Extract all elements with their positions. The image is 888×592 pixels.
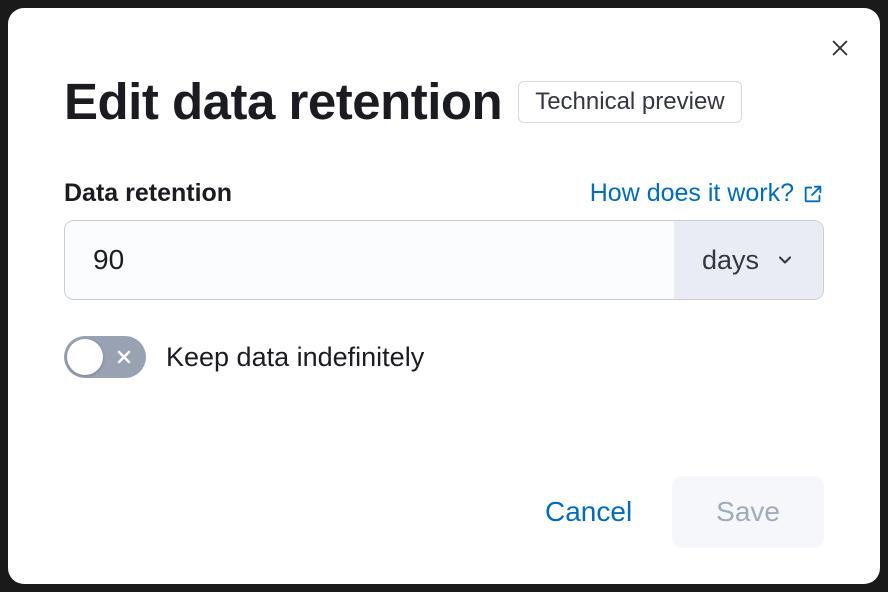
keep-indefinitely-label: Keep data indefinitely	[166, 342, 424, 373]
retention-unit-select[interactable]: days	[674, 221, 823, 299]
how-does-it-work-link[interactable]: How does it work?	[590, 179, 824, 208]
toggle-off-indicator	[114, 347, 134, 367]
help-link-text: How does it work?	[590, 179, 794, 208]
field-label-row: Data retention How does it work?	[64, 179, 824, 208]
modal-footer: Cancel Save	[545, 476, 824, 548]
unit-select-value: days	[702, 245, 759, 276]
retention-input-group: days	[64, 220, 824, 300]
technical-preview-badge: Technical preview	[518, 81, 741, 123]
close-icon	[829, 37, 851, 59]
retention-value-input[interactable]	[65, 221, 674, 299]
chevron-down-icon	[775, 250, 795, 270]
cancel-button[interactable]: Cancel	[545, 496, 632, 528]
save-button[interactable]: Save	[672, 476, 824, 548]
data-retention-label: Data retention	[64, 179, 232, 208]
edit-data-retention-modal: Edit data retention Technical preview Da…	[8, 8, 880, 584]
modal-header: Edit data retention Technical preview	[64, 72, 824, 131]
x-icon	[114, 347, 134, 367]
external-link-icon	[802, 183, 824, 205]
keep-indefinitely-row: Keep data indefinitely	[64, 336, 824, 378]
toggle-thumb	[67, 339, 103, 375]
keep-indefinitely-toggle[interactable]	[64, 336, 146, 378]
modal-title: Edit data retention	[64, 72, 502, 131]
close-button[interactable]	[824, 32, 856, 64]
